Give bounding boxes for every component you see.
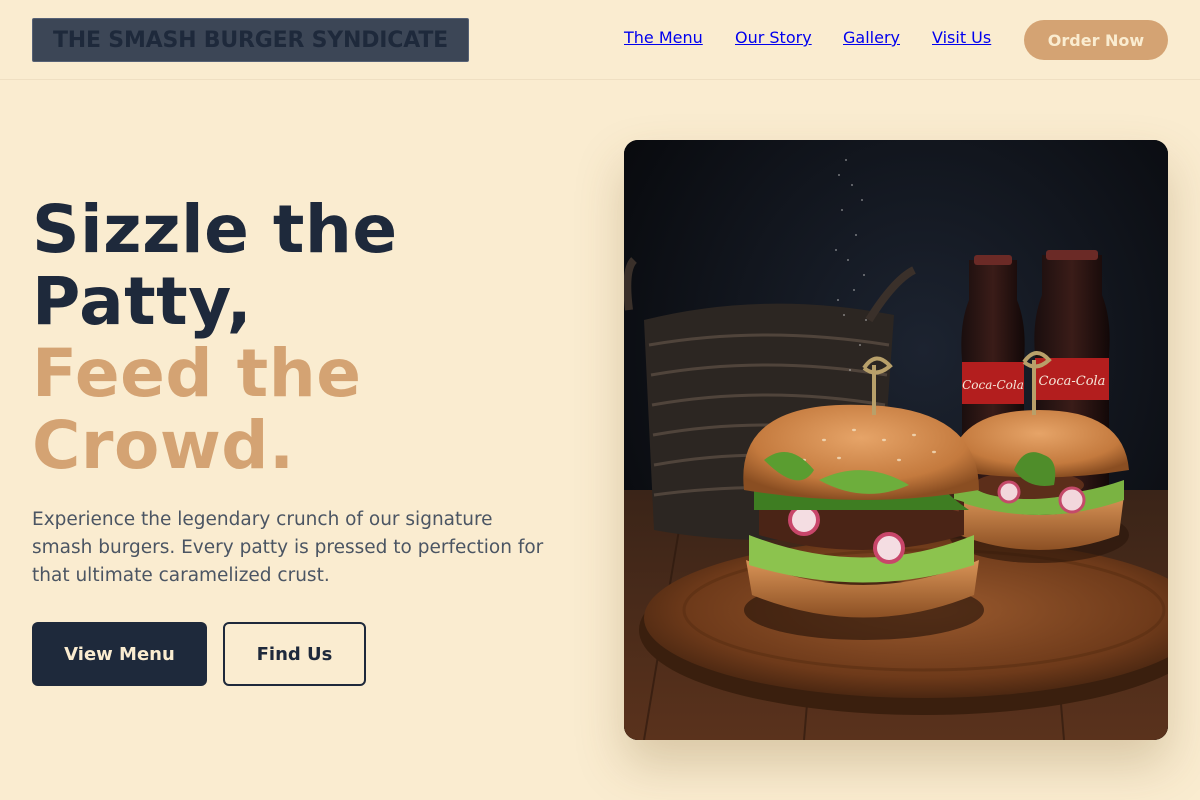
find-us-button[interactable]: Find Us [223, 622, 366, 686]
brand-logo[interactable]: THE SMASH BURGER SYNDICATE [32, 18, 469, 62]
nav-link-gallery[interactable]: Gallery [843, 28, 900, 47]
view-menu-button[interactable]: View Menu [32, 622, 207, 686]
headline-line-3: Feed the [32, 335, 362, 412]
nav-link-the-menu[interactable]: The Menu [624, 28, 703, 47]
hero-burger-image: Coca-Cola Coca-Cola [624, 140, 1168, 740]
nav-link-our-story[interactable]: Our Story [735, 28, 812, 47]
bottle-label-right: Coca-Cola [1039, 374, 1106, 389]
hero-subtext: Experience the legendary crunch of our s… [32, 509, 544, 586]
brand-name: THE SMASH BURGER SYNDICATE [53, 27, 448, 53]
nav-link-visit-us[interactable]: Visit Us [932, 28, 991, 47]
headline-line-4: Crowd. [32, 407, 295, 484]
hero-headline: Sizzle the Patty, Feed the Crowd. [32, 194, 592, 482]
headline-line-1: Sizzle the [32, 191, 398, 268]
site-header: THE SMASH BURGER SYNDICATE The Menu Our … [0, 0, 1200, 80]
bottle-label-left: Coca-Cola [962, 378, 1024, 392]
order-now-button[interactable]: Order Now [1024, 20, 1168, 60]
headline-line-2: Patty, [32, 263, 253, 340]
